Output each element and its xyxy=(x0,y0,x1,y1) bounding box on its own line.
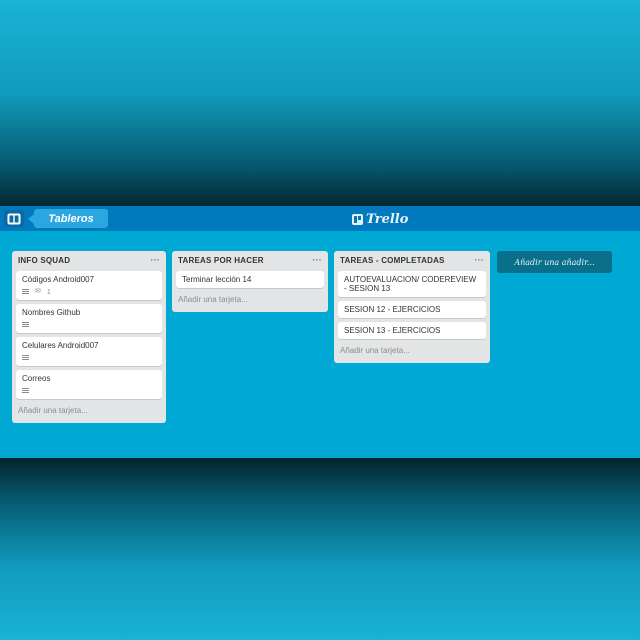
background-vignette-bottom xyxy=(0,456,640,640)
card[interactable]: Celulares Android007 xyxy=(16,337,162,366)
trello-logo-icon xyxy=(352,213,363,225)
card[interactable]: Códigos Android007 ✉ 1 xyxy=(16,271,162,300)
card[interactable]: SESION 12 - EJERCICIOS xyxy=(338,301,486,318)
top-header: Tableros Trello xyxy=(0,206,640,231)
add-card-button[interactable]: Añadir una tarjeta... xyxy=(172,292,328,312)
trello-board: Tableros Trello INFO SQUAD ··· Códigos A… xyxy=(0,206,640,458)
add-card-button[interactable]: Añadir una tarjeta... xyxy=(334,343,490,363)
description-icon xyxy=(22,388,29,394)
list-tareas-por-hacer: TAREAS POR HACER ··· Terminar lección 14… xyxy=(172,251,328,312)
trello-logo[interactable]: Trello xyxy=(352,211,408,227)
list-title: TAREAS - COMPLETADAS xyxy=(340,256,445,265)
boards-icon[interactable] xyxy=(4,210,24,227)
list-header[interactable]: TAREAS POR HACER ··· xyxy=(172,251,328,271)
list-menu-icon[interactable]: ··· xyxy=(150,251,160,269)
list-menu-icon[interactable]: ··· xyxy=(312,251,322,269)
comment-count: 1 xyxy=(46,288,51,296)
card-badges xyxy=(22,354,156,362)
card[interactable]: AUTOEVALUACION/ CODEREVIEW - SESION 13 xyxy=(338,271,486,297)
card-title: Celulares Android007 xyxy=(22,341,99,350)
comment-icon: ✉ xyxy=(35,288,41,295)
list-info-squad: INFO SQUAD ··· Códigos Android007 ✉ 1 No… xyxy=(12,251,166,423)
boards-button[interactable]: Tableros xyxy=(28,209,108,228)
description-icon xyxy=(22,322,29,328)
card-badges xyxy=(22,387,156,395)
card[interactable]: Correos xyxy=(16,370,162,399)
list-header[interactable]: TAREAS - COMPLETADAS ··· xyxy=(334,251,490,271)
add-card-button[interactable]: Añadir una tarjeta... xyxy=(12,403,166,423)
card-badges xyxy=(22,321,156,329)
add-list-button[interactable]: Añadir una añadir... xyxy=(497,251,612,273)
list-header[interactable]: INFO SQUAD ··· xyxy=(12,251,166,271)
description-icon xyxy=(22,355,29,361)
card[interactable]: Nombres Github xyxy=(16,304,162,333)
card-title: Correos xyxy=(22,374,51,383)
card[interactable]: SESION 13 - EJERCICIOS xyxy=(338,322,486,339)
card[interactable]: Terminar lección 14 xyxy=(176,271,324,288)
brand-name: Trello xyxy=(366,211,409,227)
card-title: Nombres Github xyxy=(22,308,81,317)
description-icon xyxy=(22,289,29,295)
card-title: Códigos Android007 xyxy=(22,275,95,284)
list-tareas-completadas: TAREAS - COMPLETADAS ··· AUTOEVALUACION/… xyxy=(334,251,490,363)
card-title: SESION 13 - EJERCICIOS xyxy=(344,326,441,335)
list-title: TAREAS POR HACER xyxy=(178,256,264,265)
card-badges: ✉ 1 xyxy=(22,288,156,296)
card-title: SESION 12 - EJERCICIOS xyxy=(344,305,441,314)
card-title: Terminar lección 14 xyxy=(182,275,252,284)
card-title: AUTOEVALUACION/ CODEREVIEW - SESION 13 xyxy=(344,275,477,293)
list-menu-icon[interactable]: ··· xyxy=(474,251,484,269)
list-title: INFO SQUAD xyxy=(18,256,71,265)
background-vignette-top xyxy=(0,0,640,210)
